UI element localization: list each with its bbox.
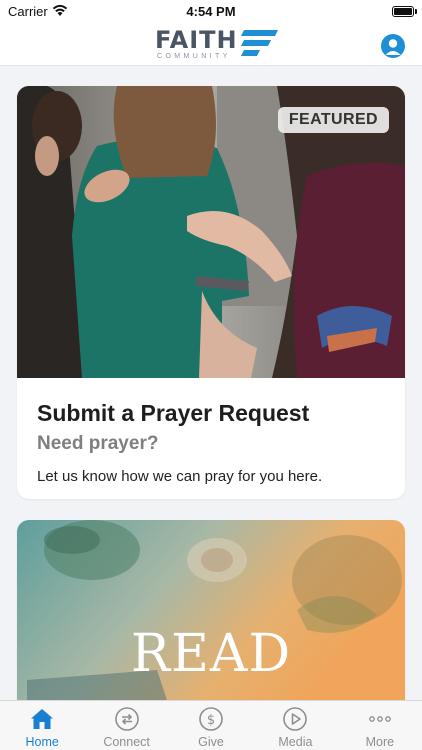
logo-subtext: COMMUNITY: [157, 53, 231, 60]
tab-give[interactable]: $ Give: [169, 701, 253, 750]
card-title: Submit a Prayer Request: [37, 400, 310, 426]
tab-more[interactable]: More: [338, 701, 422, 750]
status-bar: Carrier 4:54 PM: [0, 0, 422, 24]
featured-badge: FEATURED: [277, 107, 389, 133]
prayer-request-card[interactable]: FEATURED Submit a Prayer Request Need pr…: [17, 86, 405, 499]
user-icon: [385, 39, 401, 55]
battery-icon: [392, 6, 414, 17]
faith-community-logo[interactable]: FAITH COMMUNITY: [155, 26, 280, 62]
tab-connect-label: Connect: [103, 735, 150, 749]
tab-more-label: More: [365, 735, 395, 749]
app-screen: Carrier 4:54 PM FAITH COMMUNITY FEATURED…: [0, 0, 422, 750]
give-icon: $: [199, 707, 223, 731]
card-subtitle: Need prayer?: [37, 433, 159, 454]
tab-connect[interactable]: Connect: [84, 701, 168, 750]
home-icon: [31, 709, 54, 729]
prayer-photo: FEATURED: [17, 86, 405, 378]
connect-icon: [114, 707, 139, 731]
profile-button[interactable]: [381, 34, 405, 58]
tab-home[interactable]: Home: [0, 701, 84, 750]
svg-text:$: $: [207, 713, 215, 728]
app-header: FAITH COMMUNITY: [0, 24, 422, 66]
read-card[interactable]: READ: [17, 520, 405, 700]
more-icon: [368, 716, 391, 722]
tab-bar: Home Connect $ Give Media More: [0, 700, 422, 750]
tab-media[interactable]: Media: [253, 701, 337, 750]
media-icon: [283, 707, 308, 731]
read-title: READ: [130, 624, 292, 684]
logo-mark-icon: [241, 30, 278, 56]
logo-wordmark: FAITH: [155, 26, 238, 54]
battery-tip: [415, 9, 417, 14]
battery-level: [394, 8, 412, 15]
clock: 4:54 PM: [186, 4, 236, 19]
card-body: Submit a Prayer Request Need prayer? Let…: [17, 378, 405, 485]
tab-media-label: Media: [278, 735, 313, 749]
tab-home-label: Home: [25, 735, 59, 749]
card-description: Let us know how we can pray for you here…: [37, 468, 323, 485]
tab-give-label: Give: [198, 735, 224, 749]
